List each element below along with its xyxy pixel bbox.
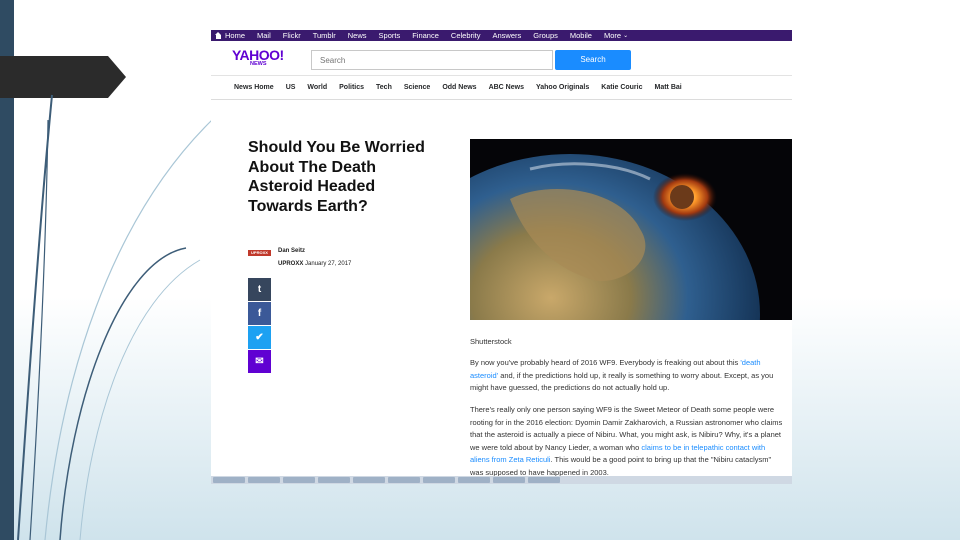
share-twitter-button[interactable]: ✔ (248, 326, 271, 349)
facebook-icon: f (257, 308, 262, 319)
site-header: YAHOO! NEWS Search (211, 41, 792, 76)
article-byline: UPROXX January 27, 2017 (278, 261, 351, 267)
topnav-mobile[interactable]: Mobile (564, 30, 598, 41)
publisher-logo: UPROXX (248, 250, 271, 256)
tumblr-icon: t (257, 284, 262, 295)
search-button[interactable]: Search (555, 50, 631, 70)
topnav-sports[interactable]: Sports (373, 30, 407, 41)
topnav-mail[interactable]: Mail (251, 30, 277, 41)
taskbar-item[interactable] (353, 477, 385, 483)
subnav-matt-bai[interactable]: Matt Bai (655, 84, 682, 91)
mail-icon: ✉ (255, 356, 264, 367)
taskbar-item[interactable] (318, 477, 350, 483)
share-tumblr-button[interactable]: t (248, 278, 271, 301)
section-navigation: News Home US World Politics Tech Science… (211, 76, 792, 100)
yahoo-news-screenshot: Home Mail Flickr Tumblr News Sports Fina… (211, 30, 792, 484)
slide-decorative-curves (17, 94, 213, 540)
search-input[interactable] (311, 50, 553, 70)
article-author[interactable]: Dan Seitz (278, 248, 305, 254)
subnav-katie-couric[interactable]: Katie Couric (601, 84, 642, 91)
yahoo-news-logo-sub: NEWS (250, 61, 267, 67)
top-navigation-bar: Home Mail Flickr Tumblr News Sports Fina… (211, 30, 792, 41)
subnav-politics[interactable]: Politics (339, 84, 364, 91)
topnav-flickr[interactable]: Flickr (277, 30, 307, 41)
topnav-news[interactable]: News (342, 30, 373, 41)
taskbar-item[interactable] (388, 477, 420, 483)
share-facebook-button[interactable]: f (248, 302, 271, 325)
topnav-finance[interactable]: Finance (406, 30, 445, 41)
topnav-celebrity[interactable]: Celebrity (445, 30, 487, 41)
subnav-science[interactable]: Science (404, 84, 430, 91)
topnav-more[interactable]: More ⌄ (598, 30, 634, 41)
article-paragraph-1: By now you've probably heard of 2016 WF9… (470, 357, 784, 395)
taskbar-item[interactable] (528, 477, 560, 483)
article-title: Should You Be Worried About The Death As… (248, 139, 425, 215)
paragraph-1-text-a: By now you've probably heard of 2016 WF9… (470, 358, 741, 367)
subnav-news-home[interactable]: News Home (234, 84, 274, 91)
twitter-icon: ✔ (255, 332, 264, 343)
article-date: January 27, 2017 (305, 261, 352, 267)
topnav-groups[interactable]: Groups (527, 30, 564, 41)
taskbar-item[interactable] (213, 477, 245, 483)
topnav-home-label: Home (225, 31, 246, 40)
topnav-answers[interactable]: Answers (487, 30, 528, 41)
subnav-us[interactable]: US (286, 84, 296, 91)
taskbar-item[interactable] (458, 477, 490, 483)
os-taskbar (211, 476, 792, 484)
subnav-yahoo-originals[interactable]: Yahoo Originals (536, 84, 589, 91)
taskbar-item[interactable] (248, 477, 280, 483)
image-caption: Shutterstock (470, 337, 512, 346)
subnav-abc-news[interactable]: ABC News (489, 84, 524, 91)
taskbar-item[interactable] (493, 477, 525, 483)
subnav-tech[interactable]: Tech (376, 84, 392, 91)
article-paragraph-2: There's really only one person saying WF… (470, 404, 784, 480)
topnav-home[interactable]: Home (214, 30, 251, 41)
article-publisher: UPROXX (278, 261, 304, 267)
topnav-tumblr[interactable]: Tumblr (307, 30, 342, 41)
chevron-down-icon: ⌄ (623, 33, 629, 39)
paragraph-1-text-b: and, if the predictions hold up, it real… (470, 370, 774, 393)
taskbar-item[interactable] (283, 477, 315, 483)
topnav-more-label: More (603, 31, 622, 40)
home-icon (215, 32, 222, 39)
article-hero-image (470, 139, 792, 320)
share-mail-button[interactable]: ✉ (248, 350, 271, 373)
taskbar-item[interactable] (423, 477, 455, 483)
subnav-world[interactable]: World (307, 84, 327, 91)
subnav-odd-news[interactable]: Odd News (442, 84, 476, 91)
